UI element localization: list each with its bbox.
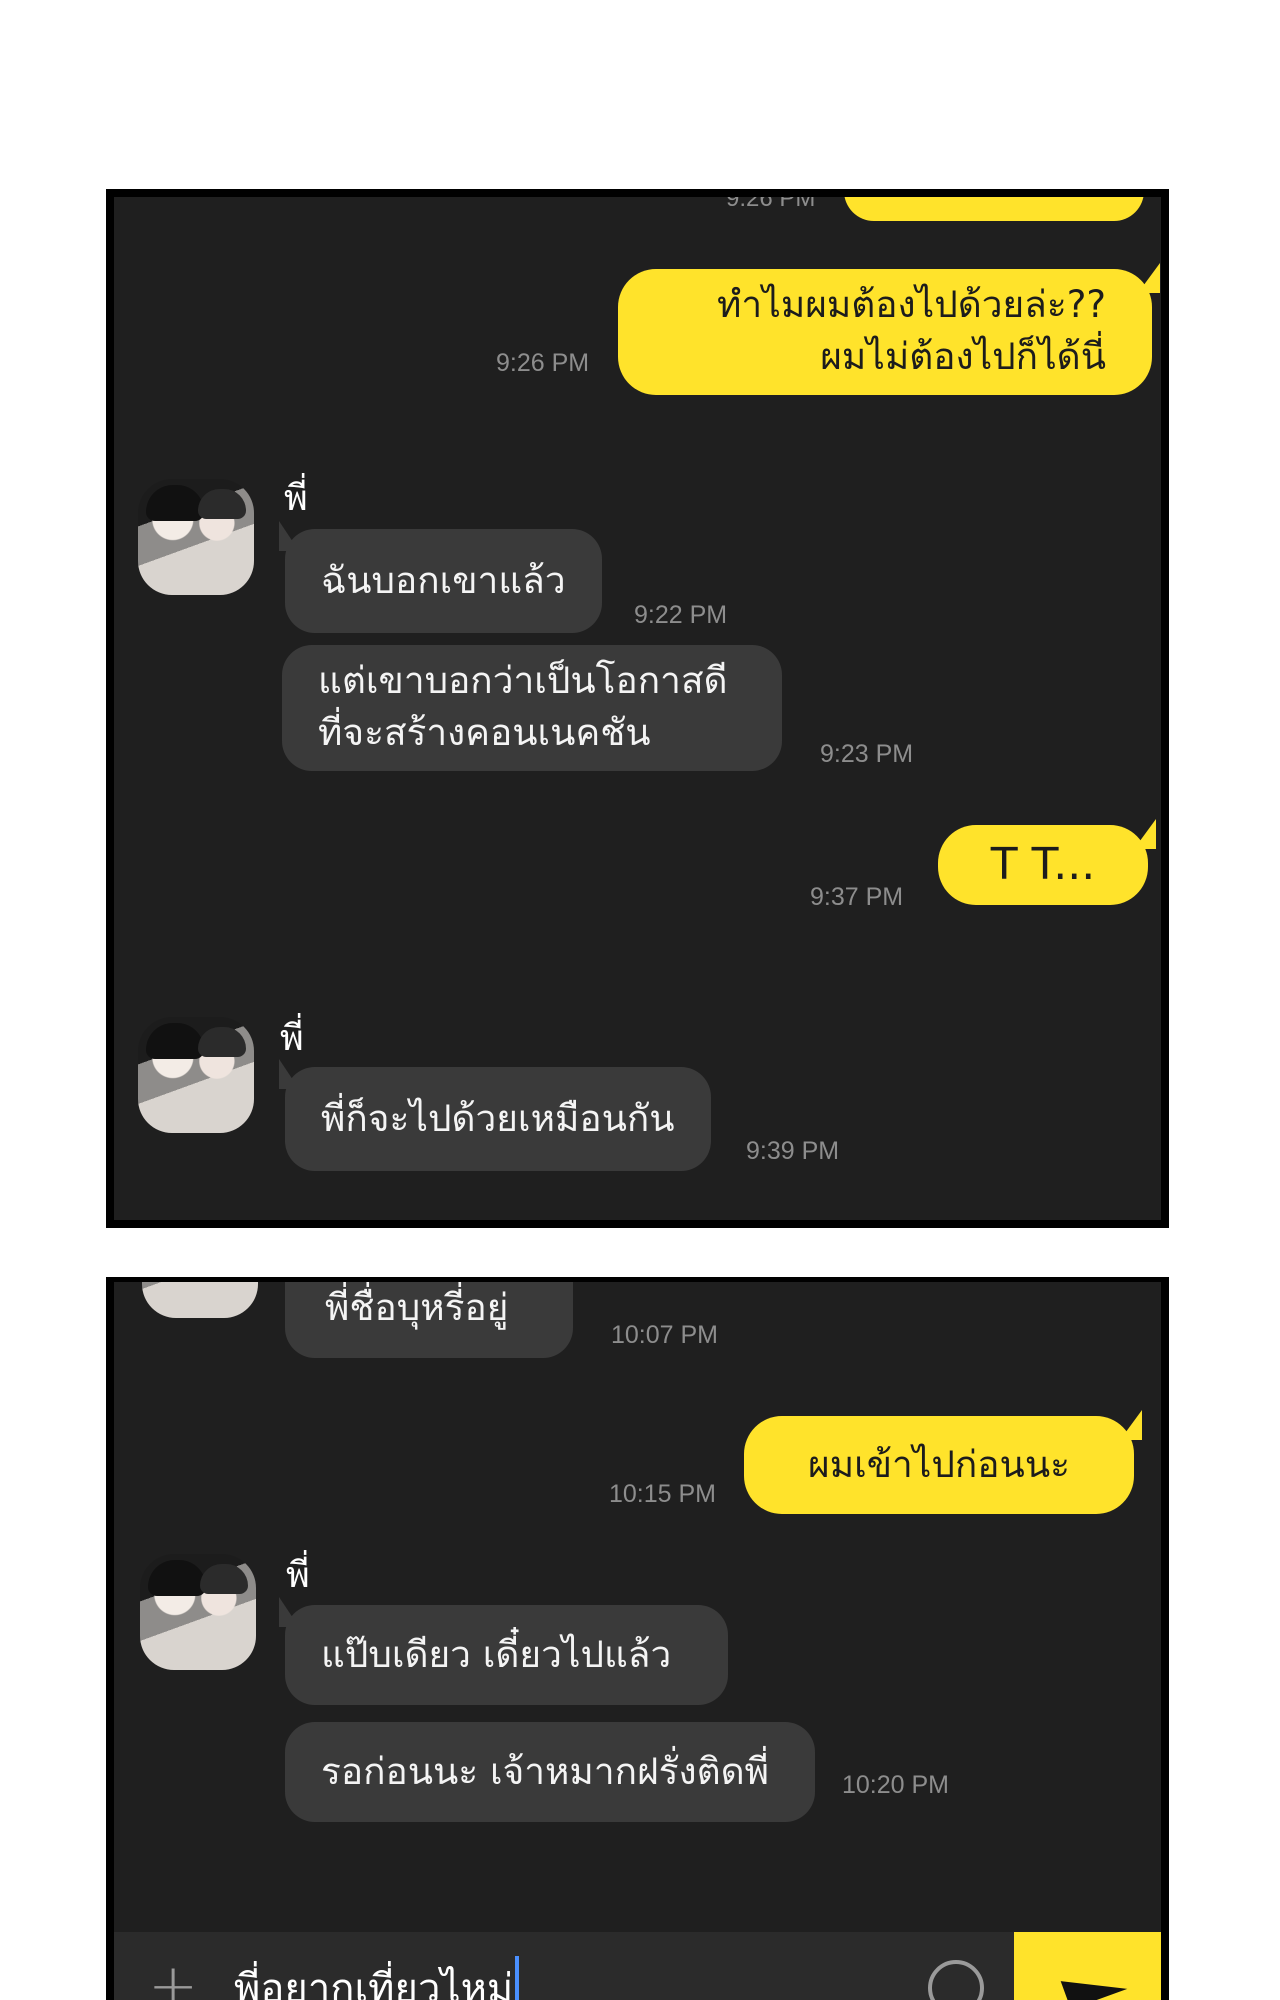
avatar[interactable] xyxy=(142,1282,258,1318)
sender-name: พี่ xyxy=(284,478,308,519)
message-bubble-theirs: พี่ชื่อบุหรี่อยู่ xyxy=(285,1282,573,1358)
message-time: 9:26 PM xyxy=(726,189,816,212)
plus-icon[interactable]: + xyxy=(148,1956,200,2000)
message-text: พี่ก็จะไปด้วยเหมือนกัน xyxy=(321,1097,675,1140)
cut-bubble xyxy=(844,197,1144,221)
message-input[interactable]: พี่อยากเที่ยวไหม่ xyxy=(234,1956,520,2000)
message-bubble-theirs: แต่เขาบอกว่าเป็นโอกาสดี ที่จะสร้างคอนเนค… xyxy=(282,645,782,771)
message-input-bar: + พี่อยากเที่ยวไหม่ xyxy=(114,1932,1161,2000)
message-text: พี่ชื่อบุหรี่อยู่ xyxy=(325,1286,509,1329)
message-time: 9:23 PM xyxy=(820,740,914,768)
message-input-value: พี่อยากเที่ยวไหม่ xyxy=(234,1966,514,2000)
message-time: 9:22 PM xyxy=(634,601,728,629)
message-text: ที่จะสร้างคอนเนคชัน xyxy=(318,711,651,754)
message-time: 10:20 PM xyxy=(842,1771,950,1799)
avatar[interactable] xyxy=(138,1017,254,1133)
send-icon xyxy=(1060,1960,1128,2000)
chat-panel-top: 9:26 PM ทำไมผมต้องไปด้วยล่ะ?? ผมไม่ต้องไ… xyxy=(106,189,1169,1228)
avatar[interactable] xyxy=(140,1554,256,1670)
message-text: ฉันบอกเขาแล้ว xyxy=(321,559,566,602)
message-bubble-theirs: แป๊บเดียว เดี๋ยวไปแล้ว xyxy=(279,1597,728,1705)
message-time: 10:15 PM xyxy=(609,1480,717,1508)
message-text: แต่เขาบอกว่าเป็นโอกาสดี xyxy=(318,659,728,702)
message-text: ผมเข้าไปก่อนนะ xyxy=(808,1443,1070,1486)
text-caret xyxy=(515,1956,520,2000)
sender-name: พี่ xyxy=(280,1018,304,1059)
emoji-icon[interactable] xyxy=(928,1960,984,2000)
message-time: 9:37 PM xyxy=(810,883,904,911)
avatar[interactable] xyxy=(138,479,254,595)
message-bubble-mine: ทำไมผมต้องไปด้วยล่ะ?? ผมไม่ต้องไปก็ได้นี… xyxy=(618,263,1160,395)
message-bubble-mine: T T... xyxy=(938,819,1156,905)
message-text: รอก่อนนะ เจ้าหมากฝรั่งติดพี่ xyxy=(321,1750,770,1793)
message-bubble-theirs: ฉันบอกเขาแล้ว xyxy=(279,521,602,633)
message-time: 9:39 PM xyxy=(746,1137,840,1165)
chat-panel-bottom: พี่ชื่อบุหรี่อยู่ 10:07 PM ผมเข้าไปก่อนน… xyxy=(106,1277,1169,2000)
message-text: T T... xyxy=(990,839,1096,890)
message-text: แป๊บเดียว เดี๋ยวไปแล้ว xyxy=(321,1633,672,1676)
message-bubble-theirs: รอก่อนนะ เจ้าหมากฝรั่งติดพี่ xyxy=(285,1722,815,1822)
message-bubble-mine: ผมเข้าไปก่อนนะ xyxy=(744,1410,1142,1514)
send-button[interactable] xyxy=(1014,1932,1161,2000)
message-time: 10:07 PM xyxy=(611,1321,719,1349)
message-time: 9:26 PM xyxy=(496,349,590,377)
message-bubble-theirs: พี่ก็จะไปด้วยเหมือนกัน xyxy=(279,1059,711,1171)
sender-name: พี่ xyxy=(286,1555,310,1596)
message-text: ทำไมผมต้องไปด้วยล่ะ?? xyxy=(717,283,1106,326)
message-text: ผมไม่ต้องไปก็ได้นี่ xyxy=(820,335,1106,378)
